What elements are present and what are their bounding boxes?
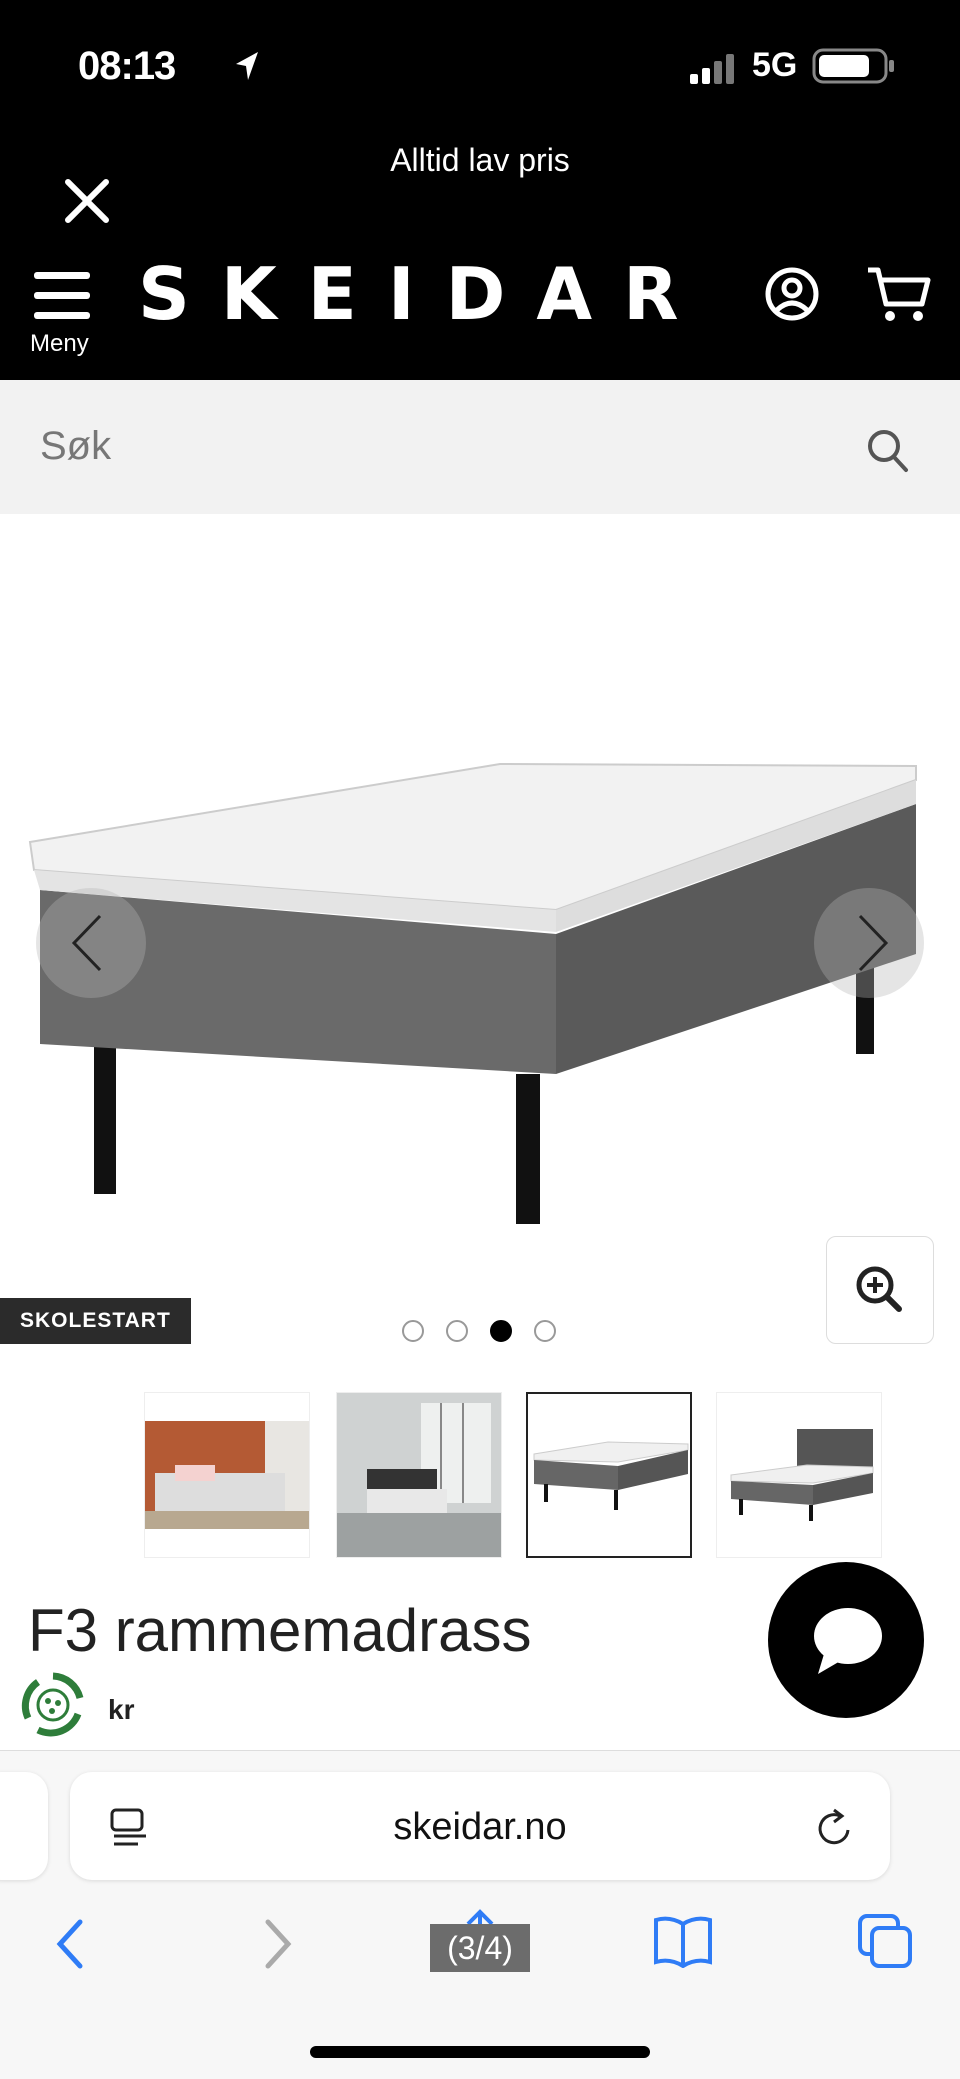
hamburger-menu-icon[interactable] xyxy=(34,270,90,320)
thumbnail-bed-image xyxy=(533,1441,689,1510)
reload-icon[interactable] xyxy=(812,1806,858,1852)
location-arrow-icon xyxy=(236,52,258,80)
cellular-signal-icon xyxy=(690,54,734,84)
chat-bubble-icon xyxy=(814,1608,882,1674)
next-image-button[interactable] xyxy=(814,888,924,998)
carousel-dot-1[interactable] xyxy=(402,1320,424,1342)
carousel-dot-4[interactable] xyxy=(534,1320,556,1342)
product-price: kr xyxy=(108,1694,135,1725)
site-header: 08:13 5G Alltid lav pris Meny SKEIDAR xyxy=(0,0,960,380)
bookmarks-icon[interactable] xyxy=(652,1914,714,1968)
status-time: 08:13 xyxy=(78,44,176,88)
thumbnail-headboard-bed-image xyxy=(730,1429,874,1521)
site-logo[interactable]: SKEIDAR xyxy=(138,252,710,336)
chevron-left-icon xyxy=(71,914,102,972)
carousel-dot-2[interactable] xyxy=(446,1320,468,1342)
search-icon[interactable] xyxy=(866,428,910,474)
thumbnail-loft-image xyxy=(337,1393,501,1557)
tabs-icon[interactable] xyxy=(856,1912,916,1972)
battery-icon xyxy=(812,48,894,84)
zoom-in-icon xyxy=(856,1266,902,1312)
close-icon[interactable] xyxy=(62,176,112,226)
previous-image-button[interactable] xyxy=(36,888,146,998)
cart-icon[interactable] xyxy=(866,264,932,326)
thumbnail-bedroom-image xyxy=(145,1421,309,1529)
zoom-button[interactable] xyxy=(826,1236,934,1344)
product-title: F3 rammemadrass xyxy=(28,1597,532,1664)
chat-button[interactable] xyxy=(768,1562,924,1718)
back-chevron-icon[interactable] xyxy=(50,1916,90,1972)
recycle-icon xyxy=(21,1672,84,1737)
page-counter: (3/4) xyxy=(430,1924,530,1972)
carousel-dot-3[interactable] xyxy=(490,1320,512,1342)
thumbnail-4[interactable] xyxy=(716,1392,882,1558)
network-type: 5G xyxy=(752,46,798,84)
account-icon[interactable] xyxy=(764,266,820,322)
campaign-badge: SKOLESTART xyxy=(0,1298,191,1344)
search-bar[interactable] xyxy=(0,380,960,514)
menu-label[interactable]: Meny xyxy=(30,330,89,358)
home-indicator xyxy=(310,2046,650,2058)
chevron-right-icon xyxy=(858,914,889,972)
thumbnail-3[interactable] xyxy=(526,1392,692,1558)
promo-banner-text: Alltid lav pris xyxy=(390,142,570,178)
thumbnail-2[interactable] xyxy=(336,1392,502,1558)
forward-chevron-icon[interactable] xyxy=(258,1916,298,1972)
thumbnail-1[interactable] xyxy=(144,1392,310,1558)
search-input[interactable]: Søk xyxy=(40,424,111,469)
